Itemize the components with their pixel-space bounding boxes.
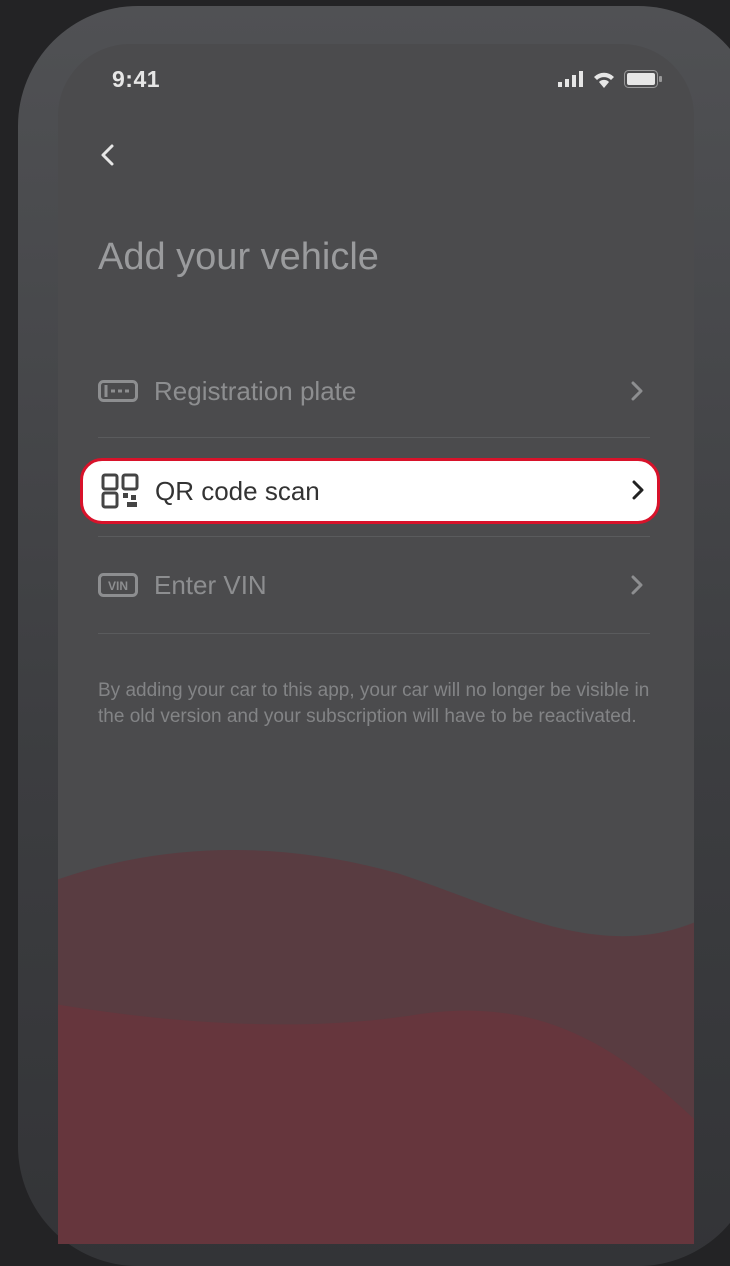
wifi-icon: [594, 72, 614, 88]
back-button[interactable]: [94, 138, 124, 172]
chevron-right-icon: [632, 480, 644, 500]
menu-item-label: Registration plate: [154, 375, 357, 406]
menu-item-registration-plate[interactable]: Registration plate: [98, 362, 650, 420]
decorative-waves: [58, 850, 694, 1244]
status-icons: [558, 70, 662, 88]
battery-icon: [624, 70, 662, 88]
divider: [98, 437, 650, 438]
page-title: Add your vehicle: [98, 236, 379, 278]
menu-item-label: QR code scan: [155, 475, 320, 506]
qr-code-icon: [101, 473, 139, 509]
divider: [98, 536, 650, 537]
signal-icon: [558, 71, 583, 87]
status-time: 9:41: [112, 66, 161, 92]
disclaimer-text: By adding your car to this app, your car…: [98, 680, 650, 727]
divider: [98, 633, 650, 634]
menu-item-enter-vin[interactable]: VIN Enter VIN: [98, 556, 650, 614]
svg-text:VIN: VIN: [108, 579, 128, 593]
menu-item-label: Enter VIN: [154, 569, 267, 600]
chevron-right-icon: [631, 575, 643, 595]
menu-item-qr-code-scan[interactable]: QR code scan: [80, 458, 660, 524]
license-plate-icon: [98, 380, 138, 402]
app-screen: 9:41 Add your vehicle Registration plate: [58, 44, 694, 1244]
vin-icon: VIN: [98, 573, 138, 597]
chevron-right-icon: [631, 381, 643, 401]
